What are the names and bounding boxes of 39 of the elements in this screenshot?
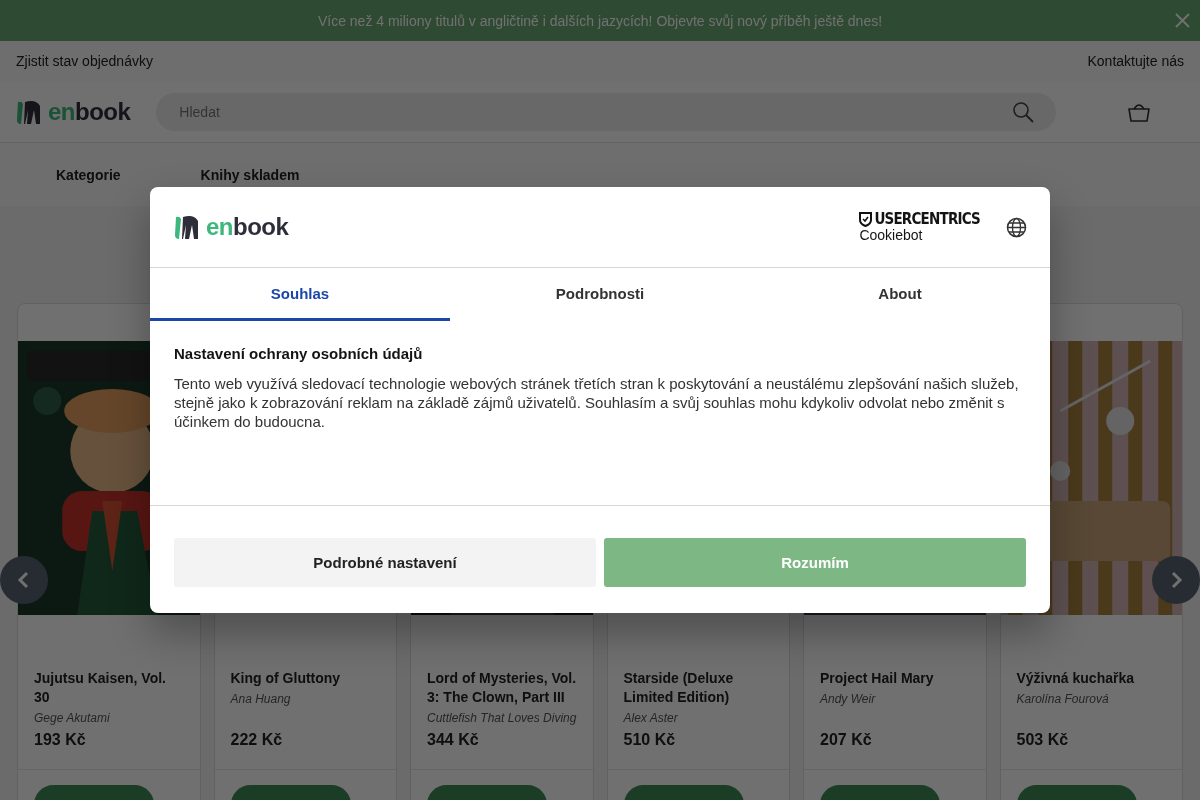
chevron-right-icon[interactable] — [1169, 571, 1183, 589]
book-price: 503 Kč — [1016, 731, 1070, 750]
provider-name: USERCENTRICS — [874, 211, 980, 227]
tab[interactable]: About — [750, 268, 1050, 321]
book-price: 344 Kč — [427, 731, 480, 750]
book-title[interactable]: Výživná kuchařka — [1016, 668, 1166, 688]
book-author: Gege Akutami — [34, 710, 111, 725]
chevron-left-icon[interactable] — [17, 571, 31, 589]
book-author: Ana Huang — [230, 691, 292, 706]
next-button[interactable] — [1152, 556, 1200, 604]
contact-link[interactable]: Kontaktujte nás — [1087, 53, 1184, 69]
book-title[interactable]: King of Gluttony — [230, 668, 380, 688]
shield-icon — [859, 211, 873, 227]
book-price: 222 Kč — [230, 731, 284, 750]
nav-item[interactable]: Kategorie — [40, 166, 137, 183]
close-icon[interactable] — [1175, 13, 1190, 28]
nav-item[interactable]: Knihy skladem — [184, 166, 316, 183]
book-author: Cuttlefish That Loves Diving — [427, 710, 577, 725]
globe-icon[interactable] — [1006, 216, 1027, 238]
logo-text: enbook — [206, 213, 289, 241]
book-author: Karolína Fourová — [1016, 691, 1110, 706]
accept-button[interactable]: Rozumím — [604, 538, 1026, 587]
book-title[interactable]: Project Hail Mary — [820, 668, 970, 688]
previous-button[interactable] — [0, 556, 48, 604]
tab[interactable]: Souhlas — [150, 268, 450, 321]
book-title[interactable]: Starside (Deluxe Limited Edition) — [623, 668, 773, 707]
provider-subtitle: Cookiebot — [859, 227, 924, 243]
book-title[interactable]: Lord of Mysteries, Vol. 3: The Clown, Part III — [427, 668, 577, 707]
book-author: Andy Weir — [820, 691, 877, 706]
settings-button[interactable]: Podrobné nastavení — [174, 538, 596, 587]
book-price: 510 Kč — [623, 731, 677, 750]
book-title[interactable]: Jujutsu Kaisen, Vol. 30 — [34, 668, 184, 707]
book-price: 207 Kč — [820, 731, 873, 750]
basket-icon[interactable] — [1128, 101, 1151, 122]
search-icon[interactable] — [1012, 100, 1035, 123]
logo-text: enbook — [48, 97, 131, 126]
order-status-link[interactable]: Zjistit stav objednávky — [16, 53, 153, 69]
book-price: 193 Kč — [34, 731, 87, 750]
book-author: Alex Aster — [623, 710, 679, 725]
